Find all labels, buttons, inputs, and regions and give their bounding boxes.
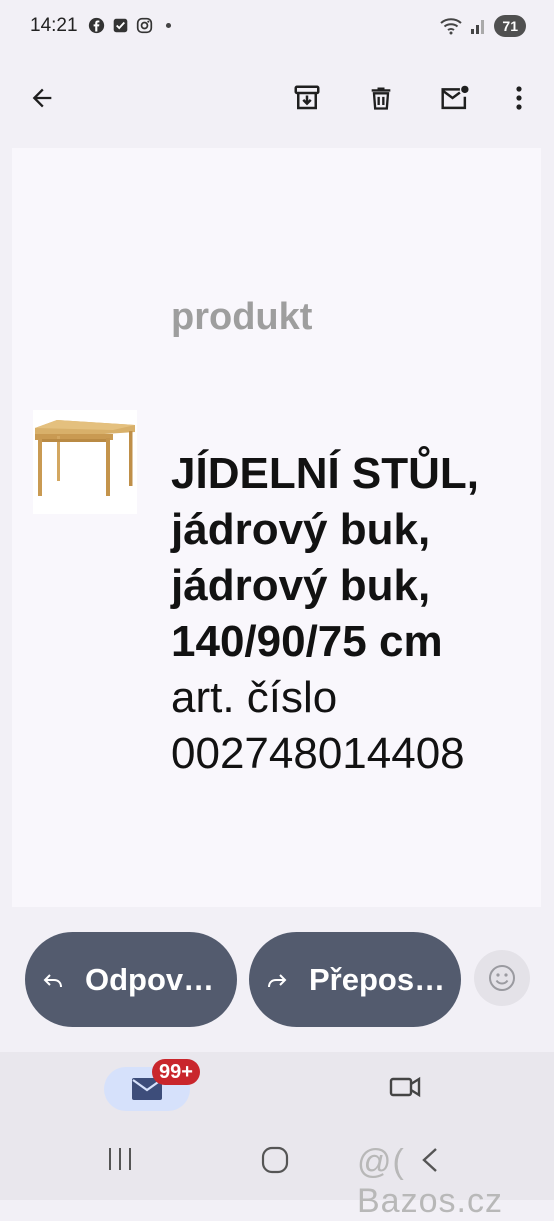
delete-icon [371, 87, 391, 110]
facebook-icon [88, 17, 105, 34]
wifi-icon [440, 18, 463, 35]
smiley-icon [489, 965, 515, 991]
dot-icon [165, 22, 172, 29]
email-toolbar [0, 66, 554, 130]
email-content: produkt JÍDELNÍ STŮL, jádrový buk, jádro… [12, 148, 541, 907]
unread-count-badge: 99+ [152, 1059, 200, 1085]
product-image [33, 410, 137, 514]
arrow-back-icon [32, 88, 52, 108]
instagram-icon [136, 17, 153, 34]
system-status: 71 [440, 15, 526, 37]
article-number-label: art. číslo [171, 673, 338, 722]
signal-icon [471, 20, 485, 34]
forward-button[interactable]: Přepos… [249, 932, 461, 1027]
product-description: JÍDELNÍ STŮL, jádrový buk, jádrový buk, … [171, 446, 541, 782]
notification-icons [88, 17, 177, 34]
recent-apps-button[interactable] [106, 1146, 134, 1177]
action-row: Odpov… Přepos… [0, 932, 554, 1027]
recent-apps-icon [109, 1148, 131, 1170]
emoji-reaction-button[interactable] [474, 950, 530, 1006]
checkbox-icon [113, 18, 128, 33]
home-button[interactable] [261, 1146, 289, 1179]
status-bar: 14:21 71 [0, 0, 554, 56]
more-options-button[interactable] [499, 78, 539, 118]
battery-indicator: 71 [494, 15, 526, 37]
delete-button[interactable] [361, 78, 401, 118]
forward-icon [268, 973, 287, 987]
mark-unread-button[interactable] [435, 78, 475, 118]
product-name: JÍDELNÍ STŮL, jádrový buk, jádrový buk, … [171, 449, 480, 666]
reply-button[interactable]: Odpov… [25, 932, 237, 1027]
archive-button[interactable] [287, 78, 327, 118]
back-button[interactable] [22, 78, 62, 118]
more-vert-icon [516, 86, 522, 110]
status-time: 14:21 [30, 15, 78, 36]
forward-label: Přepos… [309, 961, 446, 997]
watermark: @( Bazos.cz [357, 1143, 503, 1220]
reply-icon [43, 973, 62, 987]
nav-meet-tab[interactable] [388, 1074, 424, 1105]
home-icon [261, 1146, 289, 1174]
mark-unread-icon [441, 85, 469, 110]
archive-icon [294, 85, 320, 110]
section-heading: produkt [171, 296, 313, 338]
article-number: 002748014408 [171, 729, 465, 778]
reply-label: Odpov… [85, 961, 215, 997]
video-camera-icon [389, 1076, 421, 1098]
table-illustration [35, 420, 135, 496]
